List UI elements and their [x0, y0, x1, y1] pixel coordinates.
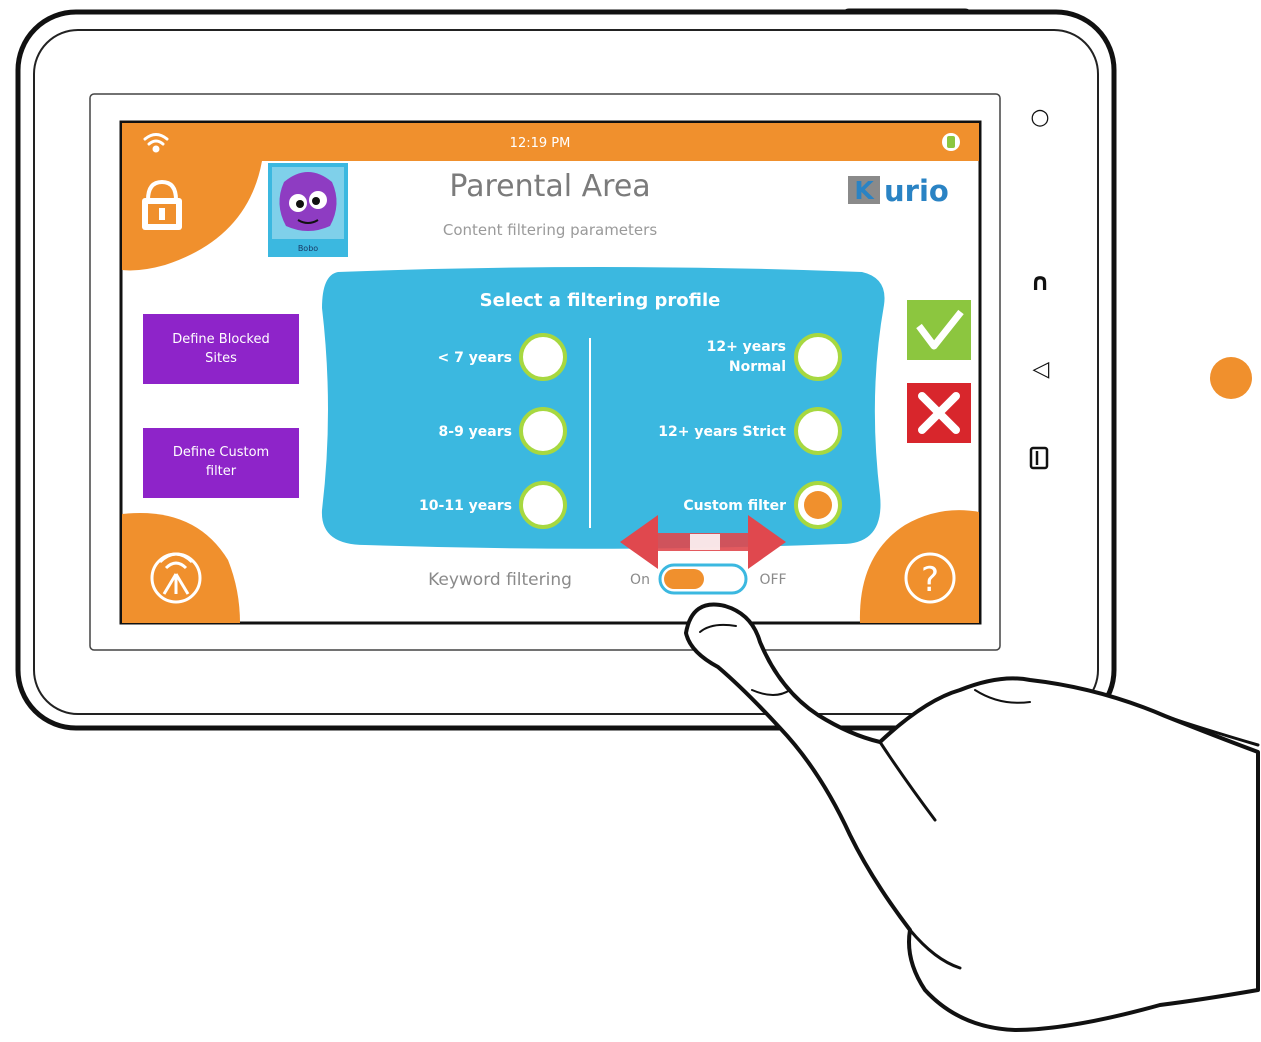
battery-icon: [942, 133, 960, 151]
tablet-illustration: 12:19 PM ? Bobo Parental Area Content fi…: [15, 8, 1260, 1032]
define-blocked-sites-button[interactable]: Define Blocked Sites: [143, 314, 299, 384]
avatar[interactable]: Bobo: [268, 163, 348, 257]
device-home-glyph: ∩: [1030, 268, 1050, 296]
define-custom-filter-button[interactable]: Define Custom filter: [143, 428, 299, 498]
page-title: Parental Area: [449, 169, 650, 204]
svg-text:12+ years: 12+ years: [707, 339, 786, 355]
svg-text:8-9 years: 8-9 years: [439, 424, 512, 440]
svg-text:Define Custom: Define Custom: [173, 445, 269, 460]
filter-panel: Select a filtering profile < 7 years 8-9…: [321, 267, 885, 549]
avatar-caption: Bobo: [298, 244, 318, 253]
device-power-glyph: ○: [1030, 105, 1049, 130]
status-time: 12:19 PM: [510, 136, 571, 151]
svg-text:urio: urio: [884, 174, 949, 208]
svg-text:12+ years Strict: 12+ years Strict: [658, 424, 786, 440]
svg-text:Custom filter: Custom filter: [683, 498, 786, 514]
svg-text:filter: filter: [206, 464, 237, 479]
svg-text:10-11 years: 10-11 years: [419, 498, 512, 514]
device-back-glyph: ◁: [1033, 357, 1050, 382]
selected-indicator: [804, 491, 832, 519]
svg-text:Normal: Normal: [729, 359, 786, 375]
kurio-logo: K urio: [848, 174, 949, 208]
confirm-button[interactable]: [907, 300, 971, 360]
svg-text:< 7 years: < 7 years: [437, 350, 512, 366]
svg-text:Sites: Sites: [205, 351, 237, 366]
svg-text:K: K: [854, 176, 875, 205]
screen: 12:19 PM ? Bobo Parental Area Content fi…: [119, 120, 982, 625]
page-subtitle: Content filtering parameters: [443, 221, 657, 239]
toggle-off-label: OFF: [759, 572, 786, 588]
filter-panel-title: Select a filtering profile: [480, 290, 721, 311]
svg-text:?: ?: [921, 560, 939, 600]
bullet-dot: [1210, 357, 1252, 399]
toggle-on-label: On: [630, 572, 650, 588]
keyword-filtering-toggle[interactable]: [658, 563, 748, 595]
svg-text:Define Blocked: Define Blocked: [172, 332, 270, 347]
cancel-button[interactable]: [907, 383, 971, 443]
keyword-filtering-label: Keyword filtering: [428, 570, 572, 590]
